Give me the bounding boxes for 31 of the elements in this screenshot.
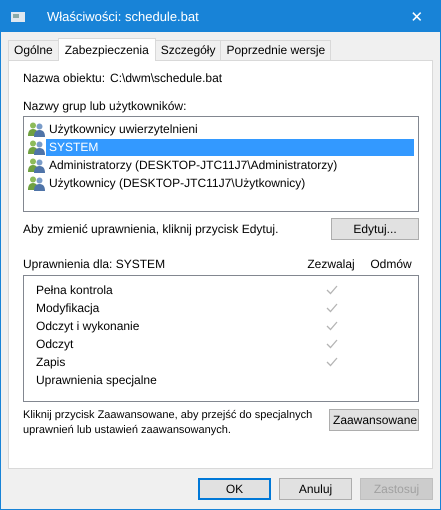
users-icon xyxy=(28,175,45,191)
permission-name: Odczyt i wykonanie xyxy=(36,319,140,333)
window-title: Właściwości: schedule.bat xyxy=(47,9,200,24)
group-item[interactable]: Użytkownicy (DESKTOP-JTC11J7\Użytkownicy) xyxy=(46,174,414,192)
permission-name: Zapis xyxy=(36,355,66,369)
close-icon[interactable]: ✕ xyxy=(394,8,440,26)
tab[interactable]: Poprzednie wersje xyxy=(220,40,332,60)
users-icon xyxy=(28,139,45,155)
groups-label: Nazwy grup lub użytkowników: xyxy=(23,99,188,113)
edit-button[interactable]: Edytuj... xyxy=(331,218,419,240)
group-item[interactable]: Użytkownicy uwierzytelnieni xyxy=(46,120,414,138)
advanced-button[interactable]: Zaawansowane xyxy=(329,409,419,431)
object-path: C:\dwm\schedule.bat xyxy=(110,71,222,85)
users-icon xyxy=(28,157,45,173)
permissions-label: Uprawnienia dla: SYSTEM xyxy=(23,257,166,273)
permission-name: Modyfikacja xyxy=(36,301,100,315)
group-item[interactable]: Administratorzy (DESKTOP-JTC11J7\Administratorzy) xyxy=(46,156,414,174)
dialog-button[interactable]: OK xyxy=(198,478,271,500)
tab[interactable]: Zabezpieczenia xyxy=(58,38,156,61)
permission-name: Uprawnienia specjalne xyxy=(36,373,158,387)
dialog-button[interactable]: Anuluj xyxy=(279,478,352,500)
permission-name: Odczyt xyxy=(36,337,74,351)
edit-hint: Aby zmienić uprawnienia, kliknij przycisk Edytuj. xyxy=(23,222,278,236)
permission-name: Pełna kontrola xyxy=(36,283,114,297)
app-icon xyxy=(11,10,25,22)
object-label: Nazwa obiektu: xyxy=(23,71,106,85)
users-icon xyxy=(28,121,45,137)
column-header: Odmów xyxy=(369,257,413,273)
advanced-hint: Kliknij przycisk Zaawansowane, aby przejść do specjalnych uprawnień lub ustawień zaawansowanych. xyxy=(23,408,314,438)
column-header: Zezwalaj xyxy=(306,257,356,273)
tab[interactable]: Ogólne xyxy=(8,40,59,60)
